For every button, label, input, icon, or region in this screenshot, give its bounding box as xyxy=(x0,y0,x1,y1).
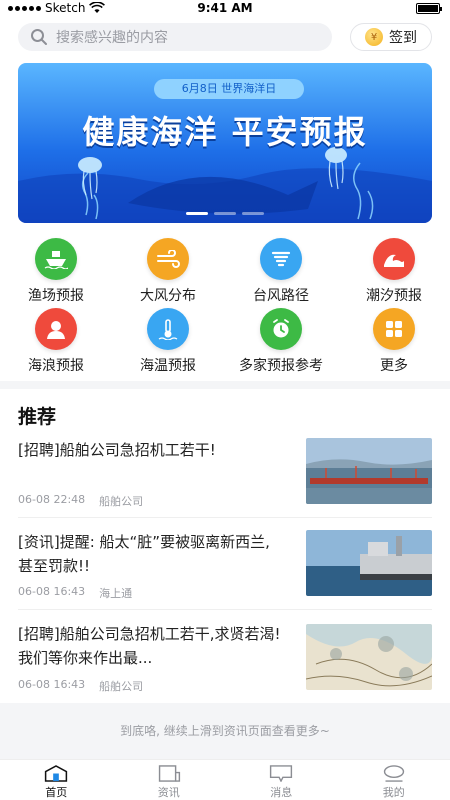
bottom-tab-bar: 首页 资讯 消息 我的 xyxy=(0,759,450,800)
news-title: [招聘]船舶公司急招机工若干,求贤若渴! 我们等你来作出最... xyxy=(18,625,281,667)
profile-icon xyxy=(383,765,404,782)
function-label: 海浪预报 xyxy=(28,358,84,374)
tab-home[interactable]: 首页 xyxy=(0,760,113,800)
function-wave-forecast[interactable]: 海浪预报 xyxy=(0,308,112,375)
tab-news[interactable]: 资讯 xyxy=(113,760,226,800)
function-label: 潮汐预报 xyxy=(366,288,422,304)
news-time: 06-08 16:43 xyxy=(18,678,86,691)
news-meta: 06-08 16:43 船舶公司 xyxy=(18,678,143,694)
news-meta: 06-08 16:43 海上通 xyxy=(18,585,132,601)
function-label: 台风路径 xyxy=(253,288,309,304)
function-typhoon-track[interactable]: 台风路径 xyxy=(225,238,337,305)
news-icon xyxy=(158,765,180,782)
search-placeholder: 搜索感兴趣的内容 xyxy=(56,30,168,46)
tide-icon xyxy=(373,238,415,280)
news-time: 06-08 16:43 xyxy=(18,585,86,598)
carousel-dot[interactable] xyxy=(242,212,264,215)
carousel-dot[interactable] xyxy=(214,212,236,215)
home-icon xyxy=(45,765,68,782)
typhoon-icon xyxy=(260,238,302,280)
function-fishing-forecast[interactable]: 渔场预报 xyxy=(0,238,112,305)
news-title: [资讯]提醒: 船太“脏”要被驱离新西兰, 甚至罚款!! xyxy=(18,533,270,575)
signin-label: 签到 xyxy=(389,30,417,46)
coin-icon: ¥ xyxy=(365,28,383,46)
tab-profile[interactable]: 我的 xyxy=(338,760,450,800)
function-more[interactable]: 更多 xyxy=(338,308,450,375)
news-time: 06-08 22:48 xyxy=(18,493,86,506)
message-icon xyxy=(270,765,293,782)
battery-icon xyxy=(416,3,442,14)
function-label: 更多 xyxy=(380,358,408,374)
ship-icon xyxy=(35,238,77,280)
banner-headline: 健康海洋 平安预报 xyxy=(82,113,368,151)
news-thumbnail xyxy=(306,438,432,504)
thermometer-icon xyxy=(147,308,189,350)
news-thumbnail xyxy=(306,624,432,690)
news-meta: 06-08 22:48 船舶公司 xyxy=(18,493,143,509)
carousel-dot[interactable] xyxy=(186,212,208,215)
function-sea-temperature[interactable]: 海温预报 xyxy=(112,308,224,375)
section-divider xyxy=(0,381,450,389)
wind-icon xyxy=(147,238,189,280)
signin-button[interactable]: ¥ 签到 xyxy=(350,23,432,51)
news-source: 海上通 xyxy=(99,587,133,600)
news-separator xyxy=(18,609,432,610)
tab-label: 资讯 xyxy=(157,786,180,799)
news-separator xyxy=(18,517,432,518)
function-wind-distribution[interactable]: 大风分布 xyxy=(112,238,224,305)
recommend-title: 推荐 xyxy=(18,406,57,428)
status-bar: Sketch 9:41 AM xyxy=(0,0,450,18)
news-item[interactable]: [招聘]船舶公司急招机工若干,求贤若渴! 我们等你来作出最... 06-08 1… xyxy=(18,622,432,702)
function-tide-forecast[interactable]: 潮汐预报 xyxy=(338,238,450,305)
grid-icon xyxy=(373,308,415,350)
function-multi-forecast-reference[interactable]: 多家预报参考 xyxy=(225,308,337,375)
banner-carousel[interactable]: 6月8日 世界海洋日 健康海洋 平安预报 xyxy=(18,63,432,223)
carousel-indicators xyxy=(18,212,432,215)
function-label: 大风分布 xyxy=(140,288,196,304)
end-of-list-note: 到底咯, 继续上滑到资讯页面查看更多~ xyxy=(0,703,450,759)
tab-label: 首页 xyxy=(45,786,68,799)
tab-messages[interactable]: 消息 xyxy=(225,760,338,800)
tab-label: 消息 xyxy=(270,786,293,799)
news-item[interactable]: [资讯]提醒: 船太“脏”要被驱离新西兰, 甚至罚款!! 06-08 16:43… xyxy=(18,530,432,610)
search-input[interactable]: 搜索感兴趣的内容 xyxy=(18,23,332,51)
search-icon xyxy=(31,29,47,45)
function-label: 海温预报 xyxy=(140,358,196,374)
clock-icon xyxy=(260,308,302,350)
clock: 9:41 AM xyxy=(197,1,253,15)
news-title: [招聘]船舶公司急招机工若干! xyxy=(18,441,216,459)
news-item[interactable]: [招聘]船舶公司急招机工若干! 06-08 22:48 船舶公司 xyxy=(18,438,432,518)
tab-label: 我的 xyxy=(382,786,405,799)
news-source: 船舶公司 xyxy=(99,495,144,508)
banner-date-pill: 6月8日 世界海洋日 xyxy=(154,79,304,99)
news-source: 船舶公司 xyxy=(99,680,144,693)
function-label: 多家预报参考 xyxy=(239,358,323,374)
news-thumbnail xyxy=(306,530,432,596)
function-label: 渔场预报 xyxy=(28,288,84,304)
wave-icon xyxy=(35,308,77,350)
